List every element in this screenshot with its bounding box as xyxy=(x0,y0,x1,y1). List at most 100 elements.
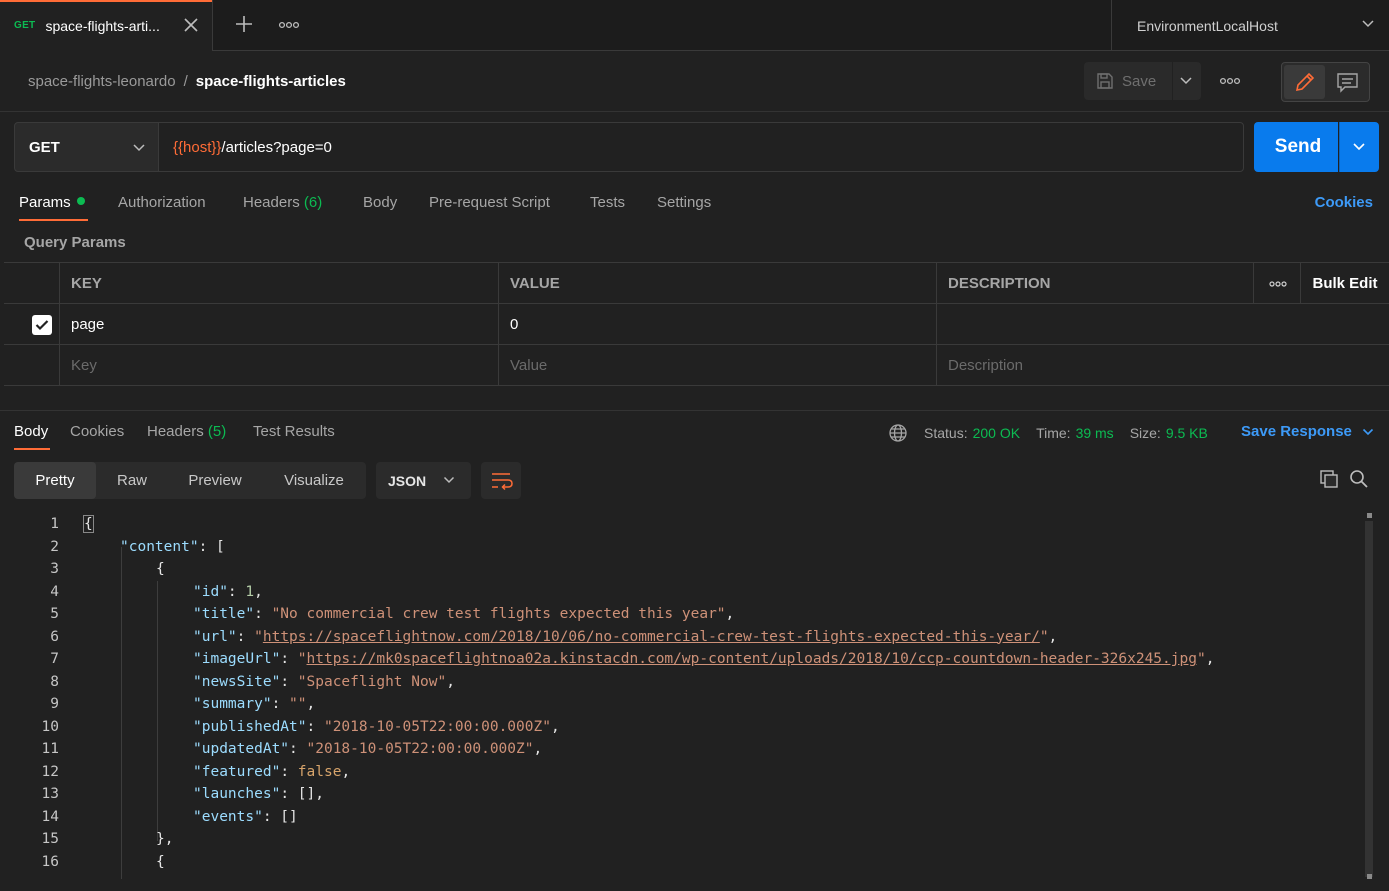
json-string: "No commercial crew test flights expecte… xyxy=(271,606,726,622)
line-number: 4 xyxy=(50,583,59,600)
json-key: "imageUrl" xyxy=(193,651,281,667)
view-toggle xyxy=(1281,62,1370,102)
param-key-cell[interactable]: page xyxy=(59,304,499,345)
status-value[interactable]: 200 OK xyxy=(973,425,1020,441)
new-value-input[interactable]: Value xyxy=(498,345,937,386)
json-punct: , xyxy=(341,763,351,780)
response-tab-body[interactable]: Body xyxy=(14,423,48,440)
view-mode-preview[interactable]: Preview xyxy=(174,462,256,499)
line-content: "url": "https://spaceflightnow.com/2018/… xyxy=(193,628,1058,645)
json-punct: , xyxy=(1048,628,1058,645)
json-key: "updatedAt" xyxy=(193,741,290,757)
time-value[interactable]: 39 ms xyxy=(1076,425,1114,441)
bulk-edit-label: Bulk Edit xyxy=(1312,275,1378,292)
method-select[interactable]: GET xyxy=(14,122,159,172)
code-line: 14 "events": [] xyxy=(0,806,1360,829)
json-punct: , xyxy=(446,673,455,690)
response-headers-count: (5) xyxy=(207,423,227,440)
column-options-button[interactable] xyxy=(1253,263,1301,304)
tab-params[interactable]: Params xyxy=(19,194,85,211)
json-url-link[interactable]: https://spaceflightnow.com/2018/10/06/no… xyxy=(263,629,1040,645)
scroll-down-arrow[interactable] xyxy=(1367,874,1372,879)
code-line: 3{ xyxy=(0,558,1360,581)
vertical-scrollbar[interactable] xyxy=(1363,513,1375,879)
close-icon[interactable] xyxy=(182,16,200,34)
language-select[interactable]: JSON xyxy=(376,462,471,499)
environment-selector[interactable]: EnvironmentLocalHost xyxy=(1111,0,1389,51)
json-quote: " xyxy=(1196,651,1206,667)
param-key: page xyxy=(71,316,105,333)
new-key-input[interactable]: Key xyxy=(59,345,499,386)
edit-mode-button[interactable] xyxy=(1284,65,1325,99)
key-header-label: KEY xyxy=(71,275,102,292)
globe-icon[interactable] xyxy=(888,423,908,443)
json-key: "url" xyxy=(193,628,237,645)
scrollbar-thumb[interactable] xyxy=(1365,521,1373,877)
tab-prerequest-script[interactable]: Pre-request Script xyxy=(429,194,550,211)
tab-body[interactable]: Body xyxy=(363,194,397,211)
code-line: 5 "title": "No commercial crew test fligh… xyxy=(0,603,1360,626)
response-body-viewer[interactable]: 1{ 2 "content": [ 3{ 4 "id": 1, 5 "title": … xyxy=(0,513,1360,879)
wrap-lines-button[interactable] xyxy=(481,462,521,499)
tab-authorization[interactable]: Authorization xyxy=(118,194,206,211)
line-number: 15 xyxy=(41,831,59,847)
line-number: 11 xyxy=(41,741,59,757)
response-tab-test-results[interactable]: Test Results xyxy=(253,423,335,440)
search-icon[interactable] xyxy=(1349,469,1369,489)
request-tabs: Params Authorization Headers (6) Body Pr… xyxy=(0,188,1389,222)
breadcrumb-request[interactable]: space-flights-articles xyxy=(196,73,346,90)
tab-headers[interactable]: Headers (6) xyxy=(243,194,322,211)
size-value[interactable]: 9.5 KB xyxy=(1166,425,1208,441)
param-enabled-checkbox[interactable] xyxy=(32,314,52,335)
view-mode-visualize[interactable]: Visualize xyxy=(268,462,360,499)
view-mode-pretty[interactable]: Pretty xyxy=(14,462,96,499)
line-content: "featured": false, xyxy=(193,763,351,780)
send-button[interactable]: Send xyxy=(1254,122,1338,172)
tab-tests[interactable]: Tests xyxy=(590,194,625,211)
line-number: 3 xyxy=(50,561,59,577)
line-content: }, xyxy=(156,831,174,847)
cookies-link[interactable]: Cookies xyxy=(1315,194,1373,211)
response-tab-cookies[interactable]: Cookies xyxy=(70,423,124,440)
tab-settings[interactable]: Settings xyxy=(657,194,711,211)
breadcrumb-collection[interactable]: space-flights-leonardo xyxy=(28,73,176,90)
query-params-table: KEY VALUE DESCRIPTION Bulk Edit page 0 K… xyxy=(4,262,1389,387)
code-line: 15}, xyxy=(0,828,1360,851)
language-value: JSON xyxy=(388,472,427,489)
response-tab-headers[interactable]: Headers (5) xyxy=(147,423,226,440)
param-description-cell[interactable] xyxy=(936,304,1389,345)
line-content: "launches": [], xyxy=(193,783,324,806)
response-view-modes: Pretty Raw Preview Visualize xyxy=(14,462,366,499)
save-response-button[interactable]: Save Response xyxy=(1241,423,1374,440)
new-description-input[interactable]: Description xyxy=(936,345,1389,386)
save-button[interactable]: Save xyxy=(1084,62,1172,100)
chevron-down-icon xyxy=(443,476,455,484)
param-value-cell[interactable]: 0 xyxy=(498,304,937,345)
pencil-icon xyxy=(1295,72,1315,92)
json-number: 1 xyxy=(245,583,255,600)
json-quote: " xyxy=(254,628,263,645)
url-input[interactable]: {{host}}/articles?page=0 xyxy=(158,122,1244,172)
copy-icon[interactable] xyxy=(1319,469,1339,489)
url-host-variable: {{host}} xyxy=(173,138,222,156)
json-url-link[interactable]: https://mk0spaceflightnoa02a.kinstacdn.c… xyxy=(307,651,1197,667)
line-number: 5 xyxy=(50,606,59,622)
json-key: "title" xyxy=(193,606,255,622)
view-mode-raw[interactable]: Raw xyxy=(96,462,168,499)
line-number: 6 xyxy=(50,628,59,645)
json-boolean: false xyxy=(297,763,342,780)
table-header-row: KEY VALUE DESCRIPTION Bulk Edit xyxy=(4,263,1389,304)
request-tab[interactable]: GET space-flights-arti... xyxy=(0,0,213,51)
save-options-button[interactable] xyxy=(1173,62,1201,100)
more-tabs-icon[interactable] xyxy=(278,17,300,33)
new-tab-plus-icon[interactable] xyxy=(232,12,256,36)
more-options-icon[interactable] xyxy=(1219,73,1241,89)
line-number: 8 xyxy=(50,673,59,690)
comments-button[interactable] xyxy=(1327,65,1368,99)
line-number: 9 xyxy=(50,696,59,712)
send-options-button[interactable] xyxy=(1339,122,1379,172)
scroll-up-arrow[interactable] xyxy=(1367,513,1372,518)
url-path: /articles?page=0 xyxy=(221,138,332,156)
line-content: "updatedAt": "2018-10-05T22:00:00.000Z", xyxy=(193,741,543,757)
bulk-edit-button[interactable]: Bulk Edit xyxy=(1300,263,1389,304)
